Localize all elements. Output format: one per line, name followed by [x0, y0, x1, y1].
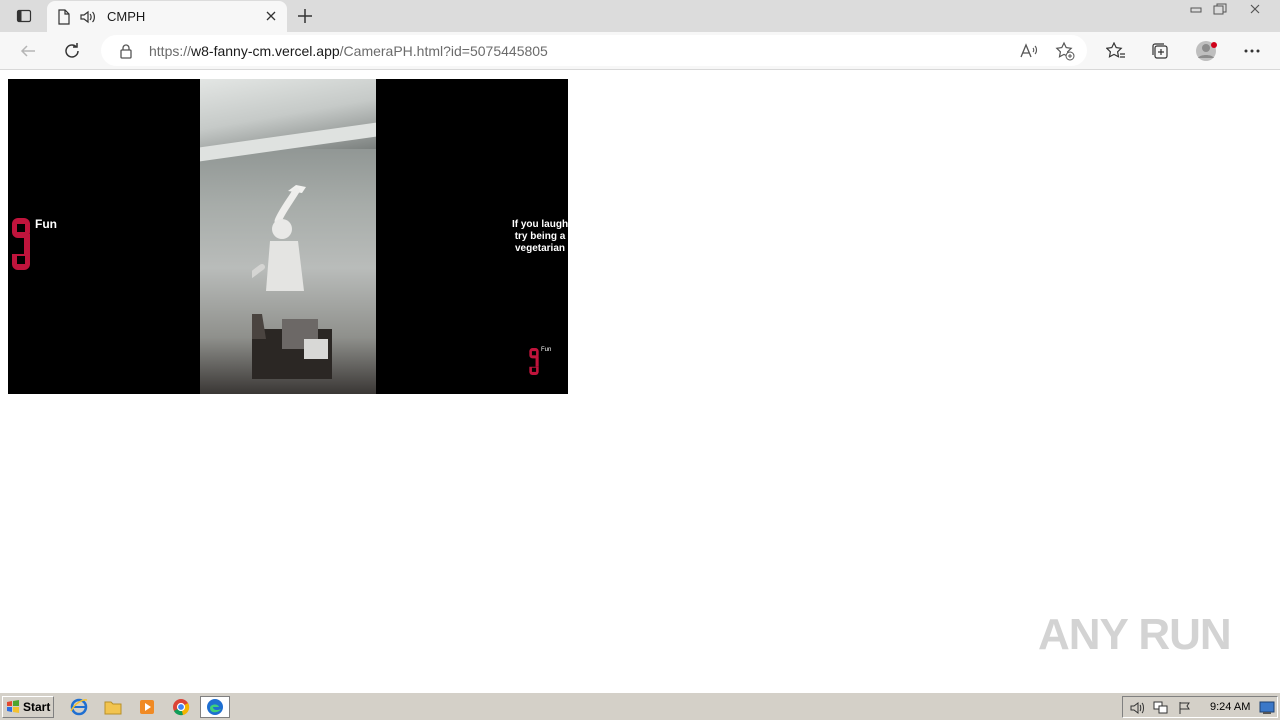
brand-label: Fun — [35, 217, 57, 231]
volume-icon — [1130, 702, 1144, 714]
profile-button[interactable] — [1195, 39, 1219, 63]
read-aloud-button[interactable] — [1019, 41, 1039, 61]
restore-icon — [1213, 3, 1227, 15]
flag-icon — [1179, 702, 1190, 714]
read-aloud-icon — [1020, 43, 1038, 58]
edge-icon — [207, 699, 223, 715]
taskbar: Start 9:24 AM — [0, 692, 1280, 720]
brand-logo-icon — [12, 218, 30, 270]
address-bar[interactable]: https://w8-fanny-cm.vercel.app/CameraPH.… — [101, 35, 1087, 66]
collections-button[interactable] — [1149, 41, 1171, 61]
new-tab-icon[interactable] — [294, 5, 316, 27]
windows-logo-icon — [7, 700, 19, 713]
chrome-icon — [173, 699, 190, 716]
taskbar-edge[interactable] — [200, 696, 230, 718]
avatar-icon — [1196, 41, 1217, 61]
folder-icon — [104, 701, 122, 715]
favorites-icon — [1106, 42, 1125, 58]
speaker-icon[interactable] — [79, 9, 97, 25]
brand-logo-left: Fun — [10, 216, 57, 270]
tray-network[interactable] — [1153, 701, 1169, 715]
url-path: /CameraPH.html?id=5075445805 — [339, 43, 548, 59]
ie-icon — [70, 698, 88, 716]
url-host: w8-fanny-cm.vercel.app — [191, 43, 340, 59]
add-favorite-button[interactable] — [1055, 41, 1075, 61]
star-add-icon — [1055, 41, 1075, 61]
tray-action-center[interactable] — [1177, 701, 1193, 715]
tab-strip: CMPH — [0, 0, 1280, 32]
back-button[interactable] — [15, 39, 41, 63]
tab-title: CMPH — [107, 9, 146, 24]
brand-label-small: Fun — [541, 347, 552, 353]
taskbar-chrome[interactable] — [171, 698, 191, 716]
restore-button[interactable] — [1208, 0, 1232, 18]
start-label: Start — [23, 700, 51, 714]
more-dots-icon — [1244, 49, 1260, 53]
start-button[interactable]: Start — [2, 696, 54, 718]
video-frame — [200, 79, 376, 394]
url-prefix: https:// — [149, 43, 192, 59]
tab-actions-icon — [16, 9, 32, 23]
video-caption: If you laugh try being a vegetarian — [511, 219, 568, 254]
tab-actions-button[interactable] — [8, 4, 40, 28]
browser-toolbar: https://w8-fanny-cm.vercel.app/CameraPH.… — [0, 32, 1280, 70]
close-tab-icon[interactable] — [263, 8, 279, 24]
lock-icon[interactable] — [119, 43, 133, 59]
desktop-icon — [1259, 701, 1275, 714]
show-desktop[interactable] — [1259, 701, 1275, 715]
taskbar-clock: 9:24 AM — [1210, 701, 1251, 713]
page-icon — [58, 8, 70, 25]
media-player-icon — [140, 700, 154, 714]
taskbar-media-player[interactable] — [137, 698, 157, 716]
system-tray: 9:24 AM — [1122, 696, 1278, 718]
minimize-button[interactable] — [1184, 0, 1208, 18]
close-window-icon — [1250, 4, 1260, 14]
collections-icon — [1152, 43, 1168, 59]
person-figure — [252, 185, 332, 379]
taskbar-explorer[interactable] — [103, 698, 123, 716]
anyrun-watermark: ANY RUN — [1038, 610, 1232, 660]
video-player[interactable]: Fun If you laugh try being a vegetarian … — [8, 79, 568, 394]
refresh-icon — [65, 43, 79, 58]
close-window-button[interactable] — [1242, 0, 1268, 18]
brand-logo-small-icon — [529, 348, 539, 375]
url-text[interactable]: https://w8-fanny-cm.vercel.app/CameraPH.… — [149, 43, 548, 59]
back-arrow-icon — [20, 45, 35, 57]
network-icon — [1153, 701, 1168, 714]
favorites-button[interactable] — [1105, 41, 1127, 61]
taskbar-ie[interactable] — [69, 698, 89, 716]
tray-volume[interactable] — [1129, 701, 1145, 715]
brand-logo-right: Fun — [528, 347, 551, 375]
watermark-text: ANY RUN — [1038, 610, 1232, 659]
minimize-icon — [1190, 7, 1202, 13]
refresh-button[interactable] — [59, 39, 85, 63]
tab-active[interactable]: CMPH — [47, 1, 287, 32]
settings-more-button[interactable] — [1241, 41, 1263, 61]
